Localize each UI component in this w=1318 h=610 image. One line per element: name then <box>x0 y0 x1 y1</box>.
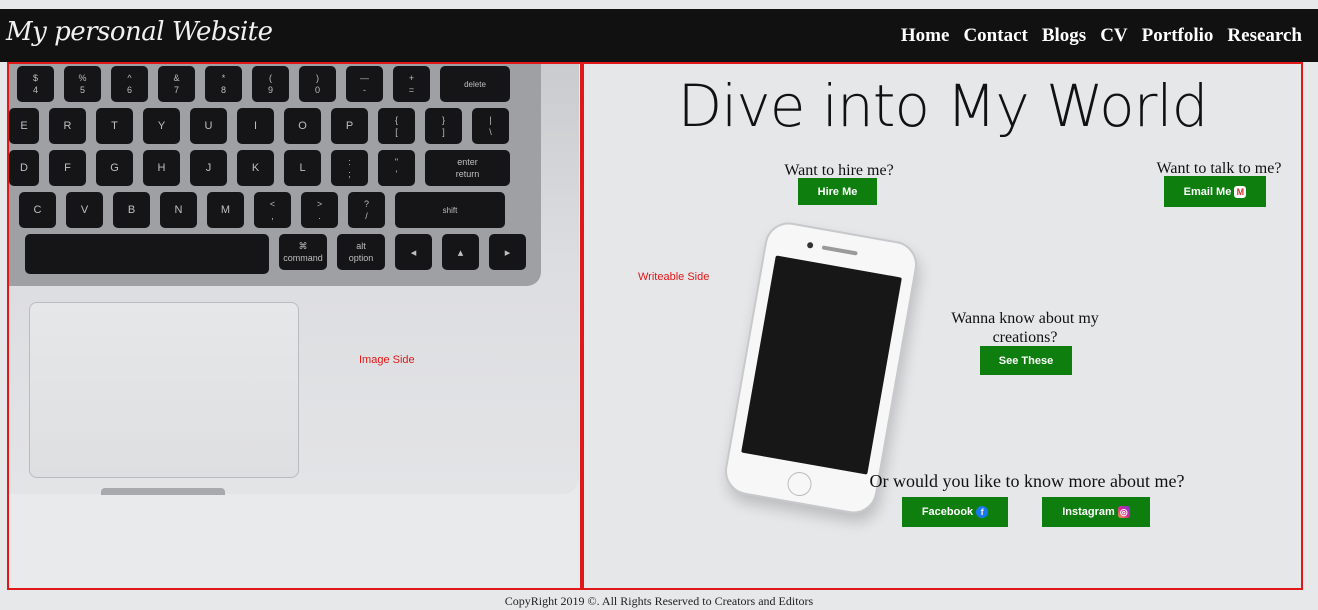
keyboard-key: {[ <box>378 108 415 144</box>
creations-prompt: Wanna know about my creations? <box>951 310 1099 346</box>
keyboard-key: >. <box>301 192 338 228</box>
writeable-side: Dive into My World Want to hire me? Hire… <box>582 62 1303 590</box>
keyboard-key: C <box>19 192 56 228</box>
instagram-icon: ◎ <box>1117 506 1130 518</box>
keyboard-key: enter return <box>425 150 510 186</box>
keyboard-spacebar <box>25 234 269 274</box>
facebook-button[interactable]: Facebook f <box>902 497 1008 527</box>
nav-home[interactable]: Home <box>901 25 950 47</box>
keyboard-key: Y <box>143 108 180 144</box>
hero-title: Dive into My World <box>677 72 1209 140</box>
gmail-icon: M <box>1234 185 1247 198</box>
keyboard-key: M <box>207 192 244 228</box>
writeable-side-label: Writeable Side <box>638 271 710 283</box>
social-prompt: Or would you like to know more about me? <box>869 471 1185 491</box>
phone-home-button <box>785 470 814 498</box>
hire-me-button[interactable]: Hire Me <box>798 178 877 205</box>
keyboard-key: H <box>143 150 180 186</box>
instagram-button[interactable]: Instagram ◎ <box>1042 497 1150 527</box>
nav-research[interactable]: Research <box>1227 25 1302 47</box>
hire-me-label: Hire Me <box>817 185 858 198</box>
see-these-button[interactable]: See These <box>980 346 1072 375</box>
site-brand[interactable]: My personal Website <box>6 17 273 47</box>
keyboard-key: B <box>113 192 150 228</box>
nav-blogs[interactable]: Blogs <box>1042 25 1086 47</box>
laptop-notch <box>101 488 225 495</box>
keyboard-key: & 7 <box>158 66 195 102</box>
phone-camera <box>806 241 814 249</box>
see-these-label: See These <box>998 354 1054 367</box>
keyboard-key: R <box>49 108 86 144</box>
keyboard-key: :; <box>331 150 368 186</box>
keyboard-key: + = <box>393 66 430 102</box>
keyboard-key: D <box>9 150 39 186</box>
keyboard-key: U <box>190 108 227 144</box>
email-me-label: Email Me <box>1183 185 1232 198</box>
keyboard-key: ⌘ command <box>279 234 327 270</box>
keyboard-key: }] <box>425 108 462 144</box>
keyboard-key: T <box>96 108 133 144</box>
keyboard-key: ) 0 <box>299 66 336 102</box>
keyboard-key: * 8 <box>205 66 242 102</box>
keyboard-key: I <box>237 108 274 144</box>
laptop-trackpad <box>29 302 299 478</box>
keyboard-key: shift <box>395 192 505 228</box>
keyboard-key: V <box>66 192 103 228</box>
keyboard-key: ? / <box>348 192 385 228</box>
keyboard-key: K <box>237 150 274 186</box>
keyboard-key: O <box>284 108 321 144</box>
phone-speaker <box>821 245 858 256</box>
keyboard-key: G <box>96 150 133 186</box>
laptop-keyboard: $4 % 5 ^ 6 & 7 * 8 (9 ) 0 — - + = delete E R T Y U I O P {[}] | \ D F… <box>9 64 541 286</box>
keyboard-key: | \ <box>472 108 509 144</box>
keyboard-key: E <box>9 108 39 144</box>
footer: CopyRight 2019 ©. All Rights Reserved to… <box>504 594 814 608</box>
phone-screen <box>741 255 902 475</box>
keyboard-key: ▴ <box>442 234 479 270</box>
navbar: My personal Website Home Contact Blogs C… <box>0 9 1318 62</box>
keyboard-key: P <box>331 108 368 144</box>
nav-contact[interactable]: Contact <box>963 25 1027 47</box>
keyboard-key: — - <box>346 66 383 102</box>
image-side-label: Image Side <box>359 354 415 366</box>
keyboard-key: L <box>284 150 321 186</box>
nav-portfolio[interactable]: Portfolio <box>1142 25 1214 47</box>
keyboard-key: N <box>160 192 197 228</box>
email-me-button[interactable]: Email Me M <box>1164 176 1266 207</box>
nav-links: Home Contact Blogs CV Portfolio Research <box>901 25 1302 47</box>
keyboard-key: alt option <box>337 234 385 270</box>
keyboard-key: $4 <box>17 66 54 102</box>
keyboard-key: " ' <box>378 150 415 186</box>
facebook-label: Facebook <box>921 506 974 518</box>
keyboard-key: ^ 6 <box>111 66 148 102</box>
keyboard-key: J <box>190 150 227 186</box>
nav-cv[interactable]: CV <box>1100 25 1127 47</box>
facebook-icon: f <box>976 506 989 518</box>
keyboard-key: ▸ <box>489 234 526 270</box>
keyboard-key: ◂ <box>395 234 432 270</box>
keyboard-key: % 5 <box>64 66 101 102</box>
keyboard-key: (9 <box>252 66 289 102</box>
keyboard-key: delete <box>440 66 510 102</box>
image-side: $4 % 5 ^ 6 & 7 * 8 (9 ) 0 — - + = delete E R T Y U I O P {[}] | \ D F… <box>7 62 582 590</box>
instagram-label: Instagram <box>1062 506 1115 518</box>
keyboard-key: F <box>49 150 86 186</box>
laptop-image: $4 % 5 ^ 6 & 7 * 8 (9 ) 0 — - + = delete E R T Y U I O P {[}] | \ D F… <box>9 64 579 495</box>
keyboard-key: <, <box>254 192 291 228</box>
